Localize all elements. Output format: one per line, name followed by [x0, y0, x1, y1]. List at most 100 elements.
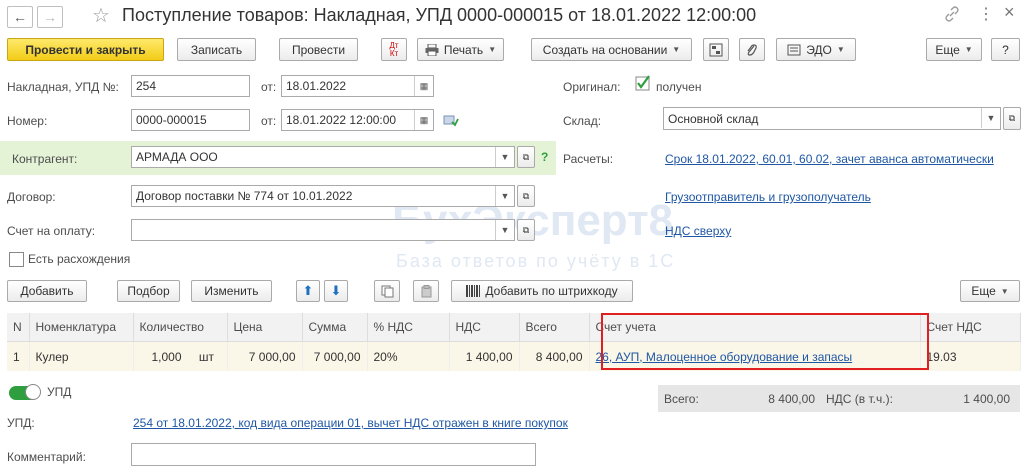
- invoice-number-label: Накладная, УПД №:: [7, 80, 119, 94]
- cell-vat-rate[interactable]: 20%: [367, 341, 450, 371]
- more-button[interactable]: Еще ▼: [926, 38, 982, 61]
- link-icon[interactable]: [944, 6, 960, 22]
- caret-down-icon: ▼: [1000, 286, 1009, 296]
- favorite-star-icon[interactable]: ☆: [92, 3, 110, 28]
- warehouse-open-button[interactable]: ⧉: [1003, 107, 1021, 130]
- checkmark-icon: [635, 75, 650, 91]
- cell-account[interactable]: 26, АУП, Малоценное оборудование и запас…: [589, 341, 921, 371]
- attach-button[interactable]: [739, 38, 765, 61]
- contract-open-button[interactable]: ⧉: [517, 185, 535, 207]
- original-checkbox[interactable]: [635, 75, 651, 91]
- create-based-on-button[interactable]: Создать на основании ▼: [531, 38, 692, 61]
- cell-vat[interactable]: 1 400,00: [449, 341, 520, 371]
- table-row[interactable]: 1 Кулер 1,000 шт 7 000,00 7 000,00 20% 1…: [7, 341, 1021, 371]
- open-icon: ⧉: [522, 224, 530, 235]
- cell-item[interactable]: Кулер: [29, 341, 134, 371]
- column-header-quantity[interactable]: Количество: [133, 313, 228, 342]
- settlements-link[interactable]: Срок 18.01.2022, 60.01, 60.02, зачет ава…: [665, 152, 994, 166]
- forward-arrow-icon: →: [43, 9, 57, 25]
- number-date-field[interactable]: 18.01.2022 12:00:00 ▦: [281, 109, 434, 131]
- close-icon[interactable]: ×: [1004, 2, 1015, 23]
- comment-field[interactable]: [131, 443, 536, 466]
- move-down-button[interactable]: ⬇: [324, 280, 348, 302]
- warehouse-field[interactable]: Основной склад ▼: [663, 107, 1001, 130]
- cell-sum[interactable]: 7 000,00: [302, 341, 368, 371]
- cell-quantity[interactable]: 1,000 шт: [133, 341, 228, 371]
- caret-down-icon: ▼: [672, 45, 681, 54]
- calendar-icon[interactable]: ▦: [414, 76, 433, 96]
- dt-kt-button[interactable]: Дт Кт: [381, 38, 407, 61]
- save-button[interactable]: Записать: [177, 38, 256, 61]
- print-button[interactable]: Печать ▼: [417, 38, 504, 61]
- account-link[interactable]: 26, АУП, Малоценное оборудование и запас…: [596, 350, 853, 364]
- paste-row-button[interactable]: [413, 280, 439, 302]
- vat-on-top-link[interactable]: НДС сверху: [665, 224, 731, 238]
- barcode-icon: [466, 285, 481, 297]
- payment-invoice-open-button[interactable]: ⧉: [517, 219, 535, 241]
- column-header-sum[interactable]: Сумма: [302, 313, 368, 342]
- discrepancy-checkbox[interactable]: [9, 252, 24, 267]
- printer-icon: [425, 43, 439, 56]
- pick-button[interactable]: Подбор: [117, 280, 180, 302]
- change-button[interactable]: Изменить: [191, 280, 272, 302]
- open-icon: ⧉: [522, 151, 530, 162]
- total-value: 8 400,00: [768, 392, 815, 406]
- contract-field[interactable]: Договор поставки № 774 от 10.01.2022 ▼: [131, 185, 515, 207]
- dropdown-icon[interactable]: ▼: [495, 220, 514, 240]
- post-button[interactable]: Провести: [279, 38, 358, 61]
- shipper-consignee-link[interactable]: Грузоотправитель и грузополучатель: [665, 190, 871, 204]
- move-up-button[interactable]: ⬆: [296, 280, 320, 302]
- caret-down-icon: ▼: [836, 45, 845, 54]
- add-row-button[interactable]: Добавить: [7, 280, 87, 302]
- add-by-barcode-button[interactable]: Добавить по штрихкоду: [451, 280, 633, 302]
- column-header-vat-rate[interactable]: % НДС: [367, 313, 450, 342]
- column-header-item[interactable]: Номенклатура: [29, 313, 134, 342]
- dropdown-icon[interactable]: ▼: [495, 147, 514, 167]
- counterparty-help-icon[interactable]: ?: [541, 150, 548, 164]
- open-icon: ⧉: [522, 190, 530, 201]
- number-label: Номер:: [7, 114, 48, 128]
- invoice-date-field[interactable]: 18.01.2022 ▦: [281, 75, 434, 97]
- column-header-n[interactable]: N: [7, 313, 30, 342]
- post-and-close-button[interactable]: Провести и закрыть: [7, 38, 164, 61]
- table-more-button[interactable]: Еще ▼: [960, 280, 1020, 302]
- cell-vat-account[interactable]: 19.03: [920, 341, 1021, 371]
- counterparty-label: Контрагент:: [12, 152, 78, 166]
- column-header-vat-account[interactable]: Счет НДС: [920, 313, 1021, 342]
- comment-label: Комментарий:: [7, 450, 86, 464]
- discrepancy-label: Есть расхождения: [28, 252, 131, 266]
- column-header-total[interactable]: Всего: [519, 313, 590, 342]
- back-arrow-icon: ←: [13, 9, 27, 25]
- invoice-number-field[interactable]: 254: [131, 75, 250, 97]
- upd-toggle[interactable]: [9, 384, 41, 400]
- dropdown-icon[interactable]: ▼: [495, 186, 514, 206]
- back-button[interactable]: ←: [7, 6, 33, 28]
- upd-link[interactable]: 254 от 18.01.2022, код вида операции 01,…: [133, 416, 568, 430]
- cell-price[interactable]: 7 000,00: [227, 341, 303, 371]
- structure-button[interactable]: [703, 38, 729, 61]
- structure-icon: [709, 43, 723, 56]
- column-header-price[interactable]: Цена: [227, 313, 303, 342]
- payment-invoice-field[interactable]: ▼: [131, 219, 515, 241]
- cell-total[interactable]: 8 400,00: [519, 341, 590, 371]
- number-field[interactable]: 0000-000015: [131, 109, 250, 131]
- invoice-date-label: от:: [261, 80, 277, 94]
- dropdown-icon[interactable]: ▼: [981, 108, 1000, 128]
- table-header-row: N Номенклатура Количество Цена Сумма % Н…: [7, 313, 1021, 342]
- warehouse-label: Склад:: [563, 114, 602, 128]
- copy-row-button[interactable]: [374, 280, 400, 302]
- column-header-account[interactable]: Счет учета: [589, 313, 921, 342]
- page-title: Поступление товаров: Накладная, УПД 0000…: [122, 5, 757, 25]
- counterparty-open-button[interactable]: ⧉: [517, 146, 535, 168]
- counterparty-field[interactable]: АРМАДА ООО ▼: [131, 146, 515, 168]
- caret-down-icon: ▼: [488, 45, 497, 54]
- cell-n[interactable]: 1: [7, 341, 30, 371]
- forward-button[interactable]: →: [37, 6, 63, 28]
- help-button[interactable]: ?: [991, 38, 1020, 61]
- upd-toggle-label: УПД: [47, 385, 72, 399]
- edo-button[interactable]: ЭДО ▼: [776, 38, 856, 61]
- more-vertical-icon[interactable]: ⋮: [978, 4, 994, 24]
- calendar-icon[interactable]: ▦: [414, 110, 433, 130]
- contract-label: Договор:: [7, 190, 56, 204]
- column-header-vat[interactable]: НДС: [449, 313, 520, 342]
